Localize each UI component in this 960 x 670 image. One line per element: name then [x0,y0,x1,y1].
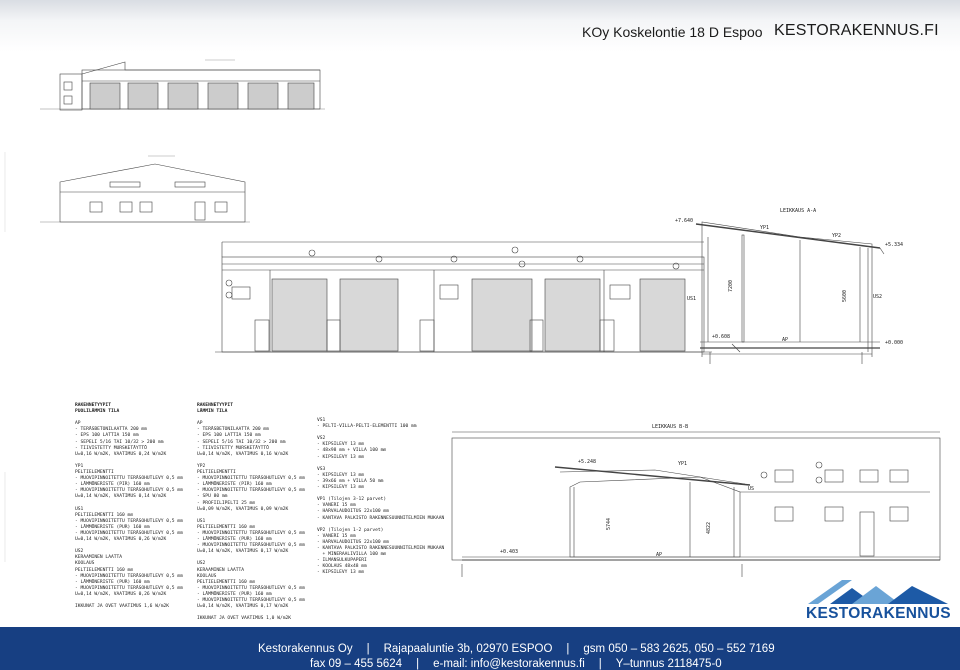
label-level-top-a: +7.640 [675,218,693,224]
notes-column-3: VS1- PELTI-VILLA-PELTI-ELEMENTTI 100 mm … [317,418,444,576]
note-line: - MUOVIPINNOITETTU TERÄSOHUTLEVY 0,5 mm [197,585,305,591]
footer-line-1: Kestorakennus Oy | Rajapaaluntie 3b, 02970… [258,643,775,655]
notes-column-2: RAKENNETYYPIT LÄMMIN TILA AP - TERÄSBETONI… [197,403,305,622]
footer-address: Rajapaaluntie 3b, 02970 ESPOO [383,643,553,655]
label-yp1-a: YP1 [760,225,769,231]
label-ap-b: AP [656,552,662,558]
footer-company: Kestorakennus Oy [258,643,353,655]
property-title: KOy Koskelontie 18 D Espoo [582,24,763,40]
logo-text: KESTORAKENNUS [806,605,951,622]
label-level-floor-b: +0.403 [500,549,518,555]
section-b-title: LEIKKAUS B-B [652,424,688,430]
main-elevation [215,241,712,353]
section-b-b [451,431,941,577]
footer-bar: Kestorakennus Oy | Rajapaaluntie 3b, 02970… [0,627,960,670]
small-elevation-1 [40,59,325,111]
footer-fax: fax 09 – 455 5624 [310,658,403,670]
label-us-b: US [748,486,754,492]
note-line: IKKUNAT JA OVET VAATIMUS 1,6 W/m2K [75,604,170,610]
notes-column-1: RAKENNETYYPIT PUOLILÄMMIN TILA AP - TERÄSB… [75,403,183,610]
note-line: - MUOVIPINNOITETTU TERÄSOHUTLEVY 0,5 mm [75,585,183,591]
note-line: IKKUNAT JA OVET VAATIMUS 1,0 W/m2K [197,616,292,622]
footer-email[interactable]: e-mail: info@kestorakennus.fi [433,658,585,670]
small-elevation-2 [40,155,250,223]
logo-roof-icon [808,580,948,604]
label-yp2-a: YP2 [832,233,841,239]
label-5600: 5600 [842,290,848,302]
note-line: - KANTAVA PALKISTO RAKENNESUUNNITELMIEN … [317,515,445,521]
footer-line-2: fax 09 – 455 5624 | e-mail: info@kestorake… [310,658,722,670]
label-7200: 7200 [728,280,734,292]
label-level-top-b: +5.248 [578,459,596,465]
label-ap-a: AP [782,337,788,343]
section-a-title: LEIKKAUS A-A [780,208,816,214]
brand-link[interactable]: KESTORAKENNUS.FI [774,22,939,40]
note-line: - MUOVIPINNOITETTU TERÄSOHUTLEVY 0,5 mm [75,573,183,579]
label-us2-a: US2 [873,294,882,300]
note-line: - KIPSILEVY 13 mm [317,570,365,576]
label-yp1-b: YP1 [678,461,687,467]
footer-gsm: gsm 050 – 583 2625, 050 – 552 7169 [583,643,775,655]
header-bar: KOy Koskelontie 18 D Espoo KESTORAKENNUS… [0,0,960,52]
kestorakennus-logo[interactable]: KESTORAKENNUS [800,578,951,624]
label-us1-a: US1 [687,296,696,302]
section-a-a [695,221,885,364]
drawing-sheet: LEIKKAUS A-A YP1 YP2 US1 US2 AP 7200 560… [0,52,960,627]
label-level-ground-a: +0.000 [885,340,903,346]
label-level-floor-a: +0.608 [712,334,730,340]
label-5744: 5744 [606,518,612,530]
footer-ytunnus: Y–tunnus 2118475-0 [615,658,722,670]
label-level-right-a: +5.334 [885,242,903,248]
note-line: - MUOVIPINNOITETTU TERÄSOHUTLEVY 0,5 mm [75,518,183,524]
label-4822: 4822 [706,522,712,534]
